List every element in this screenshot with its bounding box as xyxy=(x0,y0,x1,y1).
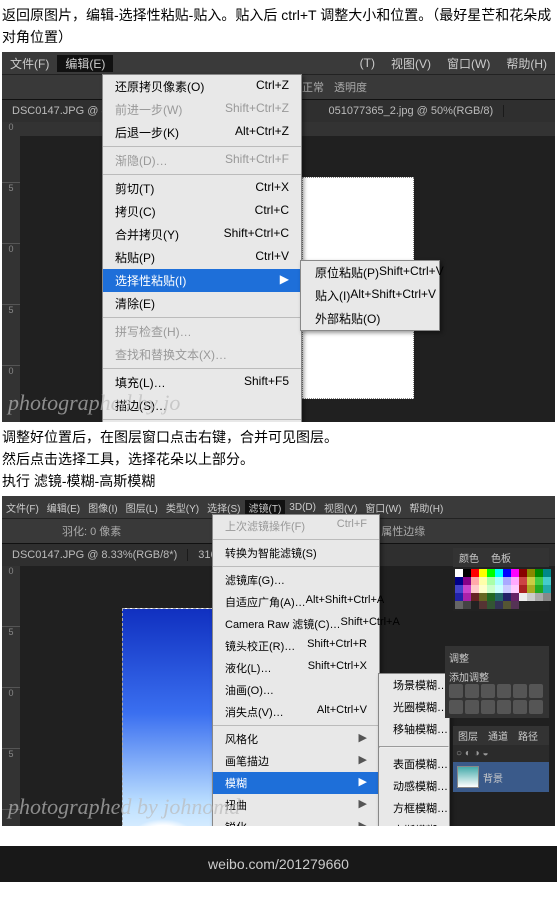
layers-panel: 图层 通道 路径 ○ ◐ ◑ ◒ 背景 xyxy=(453,726,549,792)
screenshot-edit-menu: 文件(F) 编辑(E) (T) 视图(V) 窗口(W) 帮助(H) 正常 透明度… xyxy=(2,52,555,422)
swatch-grid[interactable] xyxy=(453,567,549,611)
layer-name: 背景 xyxy=(483,770,503,785)
edit-menu-item[interactable]: 还原拷贝像素(O)Ctrl+Z xyxy=(103,75,301,98)
blur-submenu-item[interactable]: 场景模糊… xyxy=(379,674,449,696)
edit-menu-item[interactable]: 填充(L)…Shift+F5 xyxy=(103,371,301,394)
menu-window[interactable]: 窗口(W) xyxy=(439,55,498,72)
paste-special-submenu: 原位粘贴(P)Shift+Ctrl+V贴入(I)Alt+Shift+Ctrl+V… xyxy=(300,260,440,331)
adjustments-panel: 调整 添加调整 xyxy=(445,646,549,718)
filter-dropdown: 上次滤镜操作(F)Ctrl+F 转换为智能滤镜(S) 滤镜库(G)…自适应广角(A)… xyxy=(212,514,380,826)
doc-tab-1[interactable]: DSC0147.JPG @ 8.33%(RGB/8*) xyxy=(2,549,188,561)
blur-submenu-item[interactable]: 表面模糊… xyxy=(379,753,449,775)
filter-menu-item[interactable]: 风格化▶ xyxy=(213,728,379,750)
menu-view[interactable]: 视图(V) xyxy=(383,55,439,72)
edit-menu-item[interactable]: 拷贝(C)Ctrl+C xyxy=(103,200,301,223)
menubar: 文件(F) 编辑(E) (T) 视图(V) 窗口(W) 帮助(H) xyxy=(2,52,555,74)
refine-edge-button[interactable]: 属性边缘 xyxy=(381,523,425,539)
opacity-label: 透明度 xyxy=(334,79,367,95)
menu-item[interactable]: 文件(F) xyxy=(2,500,43,515)
edit-menu-item[interactable]: 清除(E) xyxy=(103,292,301,315)
paste-submenu-item[interactable]: 贴入(I)Alt+Shift+Ctrl+V xyxy=(301,284,439,307)
menu-help[interactable]: 帮助(H) xyxy=(498,55,555,72)
filter-menu-item[interactable]: 模糊▶ xyxy=(213,772,379,794)
filter-menu-item[interactable]: Camera Raw 滤镜(C)…Shift+Ctrl+A xyxy=(213,613,379,635)
filter-menu-item[interactable]: 锐化▶ xyxy=(213,816,379,826)
edit-menu-item[interactable]: 渐隐(D)…Shift+Ctrl+F xyxy=(103,149,301,172)
edit-dropdown: 还原拷贝像素(O)Ctrl+Z前进一步(W)Shift+Ctrl+Z后退一步(K… xyxy=(102,74,302,422)
menu-item[interactable]: 帮助(H) xyxy=(405,500,447,515)
filter-menu-item[interactable]: 上次滤镜操作(F)Ctrl+F xyxy=(213,515,379,537)
adjustments-title: 调整 xyxy=(449,650,545,665)
layers-tab[interactable]: 图层 xyxy=(453,726,483,745)
menu-item[interactable]: 类型(Y) xyxy=(162,500,203,515)
doc-tab-2[interactable]: 051077365_2.jpg @ 50%(RGB/8) xyxy=(319,105,505,117)
menu-item[interactable]: 3D(D) xyxy=(285,502,320,513)
screenshot-filter-menu: 文件(F)编辑(E)图像(I)图层(L)类型(Y)选择(S)滤镜(T)3D(D)… xyxy=(2,496,555,826)
blur-submenu-item[interactable]: 光圈模糊… xyxy=(379,696,449,718)
filter-menu-item[interactable]: 扭曲▶ xyxy=(213,794,379,816)
edit-menu-item[interactable]: 前进一步(W)Shift+Ctrl+Z xyxy=(103,98,301,121)
edit-menu-item[interactable]: 选择性粘贴(I)▶ xyxy=(103,269,301,292)
paste-submenu-item[interactable]: 外部粘贴(O) xyxy=(301,307,439,330)
menu-item[interactable]: 选择(S) xyxy=(203,500,244,515)
layer-background[interactable]: 背景 xyxy=(453,762,549,792)
filter-menu-item[interactable]: 镜头校正(R)…Shift+Ctrl+R xyxy=(213,635,379,657)
menu-item[interactable]: 视图(V) xyxy=(320,500,361,515)
edit-menu-item[interactable]: 查找和替换文本(X)… xyxy=(103,343,301,366)
ruler-vertical: 05050 xyxy=(2,122,20,422)
blur-submenu: 场景模糊…光圈模糊…移轴模糊…表面模糊…动感模糊…方框模糊…高斯模糊…进一步模糊… xyxy=(378,673,450,826)
filter-menu-item[interactable]: 画笔描边▶ xyxy=(213,750,379,772)
filter-menu-item[interactable]: 自适应广角(A)…Alt+Shift+Ctrl+A xyxy=(213,591,379,613)
swatches-panel: 颜色 色板 xyxy=(453,548,549,611)
ruler-vertical: 0505 xyxy=(2,566,20,826)
blur-submenu-item[interactable]: 高斯模糊… xyxy=(379,819,449,826)
edit-menu-item[interactable]: 描边(S)… xyxy=(103,394,301,417)
blend-mode[interactable]: 正常 xyxy=(302,79,324,95)
edit-menu-item[interactable]: 合并拷贝(Y)Shift+Ctrl+C xyxy=(103,223,301,246)
menu-item[interactable]: 窗口(W) xyxy=(361,500,405,515)
feather-label: 羽化: 0 像素 xyxy=(62,523,121,539)
layer-thumbnail xyxy=(457,766,479,788)
adjustment-icons[interactable] xyxy=(449,684,545,714)
menu-t[interactable]: (T) xyxy=(352,56,383,70)
blur-submenu-item[interactable]: 移轴模糊… xyxy=(379,718,449,740)
add-adjustment-label: 添加调整 xyxy=(449,669,545,684)
filter-menu-item[interactable]: 油画(O)… xyxy=(213,679,379,701)
edit-menu-item[interactable]: 拼写检查(H)… xyxy=(103,320,301,343)
blur-submenu-item[interactable]: 动感模糊… xyxy=(379,775,449,797)
menu-item[interactable]: 图层(L) xyxy=(122,500,162,515)
menu-edit[interactable]: 编辑(E) xyxy=(57,55,113,72)
edit-menu-item[interactable]: 剪切(T)Ctrl+X xyxy=(103,177,301,200)
blur-submenu-item[interactable]: 方框模糊… xyxy=(379,797,449,819)
menu-item[interactable]: 编辑(E) xyxy=(43,500,84,515)
menu-item[interactable]: 滤镜(T) xyxy=(245,500,286,515)
filter-menu-item[interactable]: 滤镜库(G)… xyxy=(213,569,379,591)
instruction-text-1: 返回原图片，编辑-选择性粘贴-贴入。贴入后 ctrl+T 调整大小和位置。（最好… xyxy=(0,0,557,52)
instruction-text-2: 调整好位置后，在图层窗口点击右键，合并可见图层。 xyxy=(0,422,557,448)
filter-menu-item[interactable]: 转换为智能滤镜(S) xyxy=(213,542,379,564)
color-tab[interactable]: 颜色 xyxy=(453,548,485,567)
edit-menu-item[interactable]: 粘贴(P)Ctrl+V xyxy=(103,246,301,269)
filter-menu-item[interactable]: 液化(L)…Shift+Ctrl+X xyxy=(213,657,379,679)
channels-tab[interactable]: 通道 xyxy=(483,726,513,745)
menu-item[interactable]: 图像(I) xyxy=(84,500,121,515)
swatches-tab[interactable]: 色板 xyxy=(485,548,517,567)
paste-submenu-item[interactable]: 原位粘贴(P)Shift+Ctrl+V xyxy=(301,261,439,284)
menu-file[interactable]: 文件(F) xyxy=(2,55,57,72)
paths-tab[interactable]: 路径 xyxy=(513,726,543,745)
instruction-text-3: 然后点击选择工具，选择花朵以上部分。 xyxy=(0,448,557,470)
instruction-text-4: 执行 滤镜-模糊-高斯模糊 xyxy=(0,470,557,496)
filter-menu-item[interactable]: 消失点(V)…Alt+Ctrl+V xyxy=(213,701,379,723)
footer-credit: weibo.com/201279660 xyxy=(0,846,557,882)
edit-menu-item[interactable]: 后退一步(K)Alt+Ctrl+Z xyxy=(103,121,301,144)
